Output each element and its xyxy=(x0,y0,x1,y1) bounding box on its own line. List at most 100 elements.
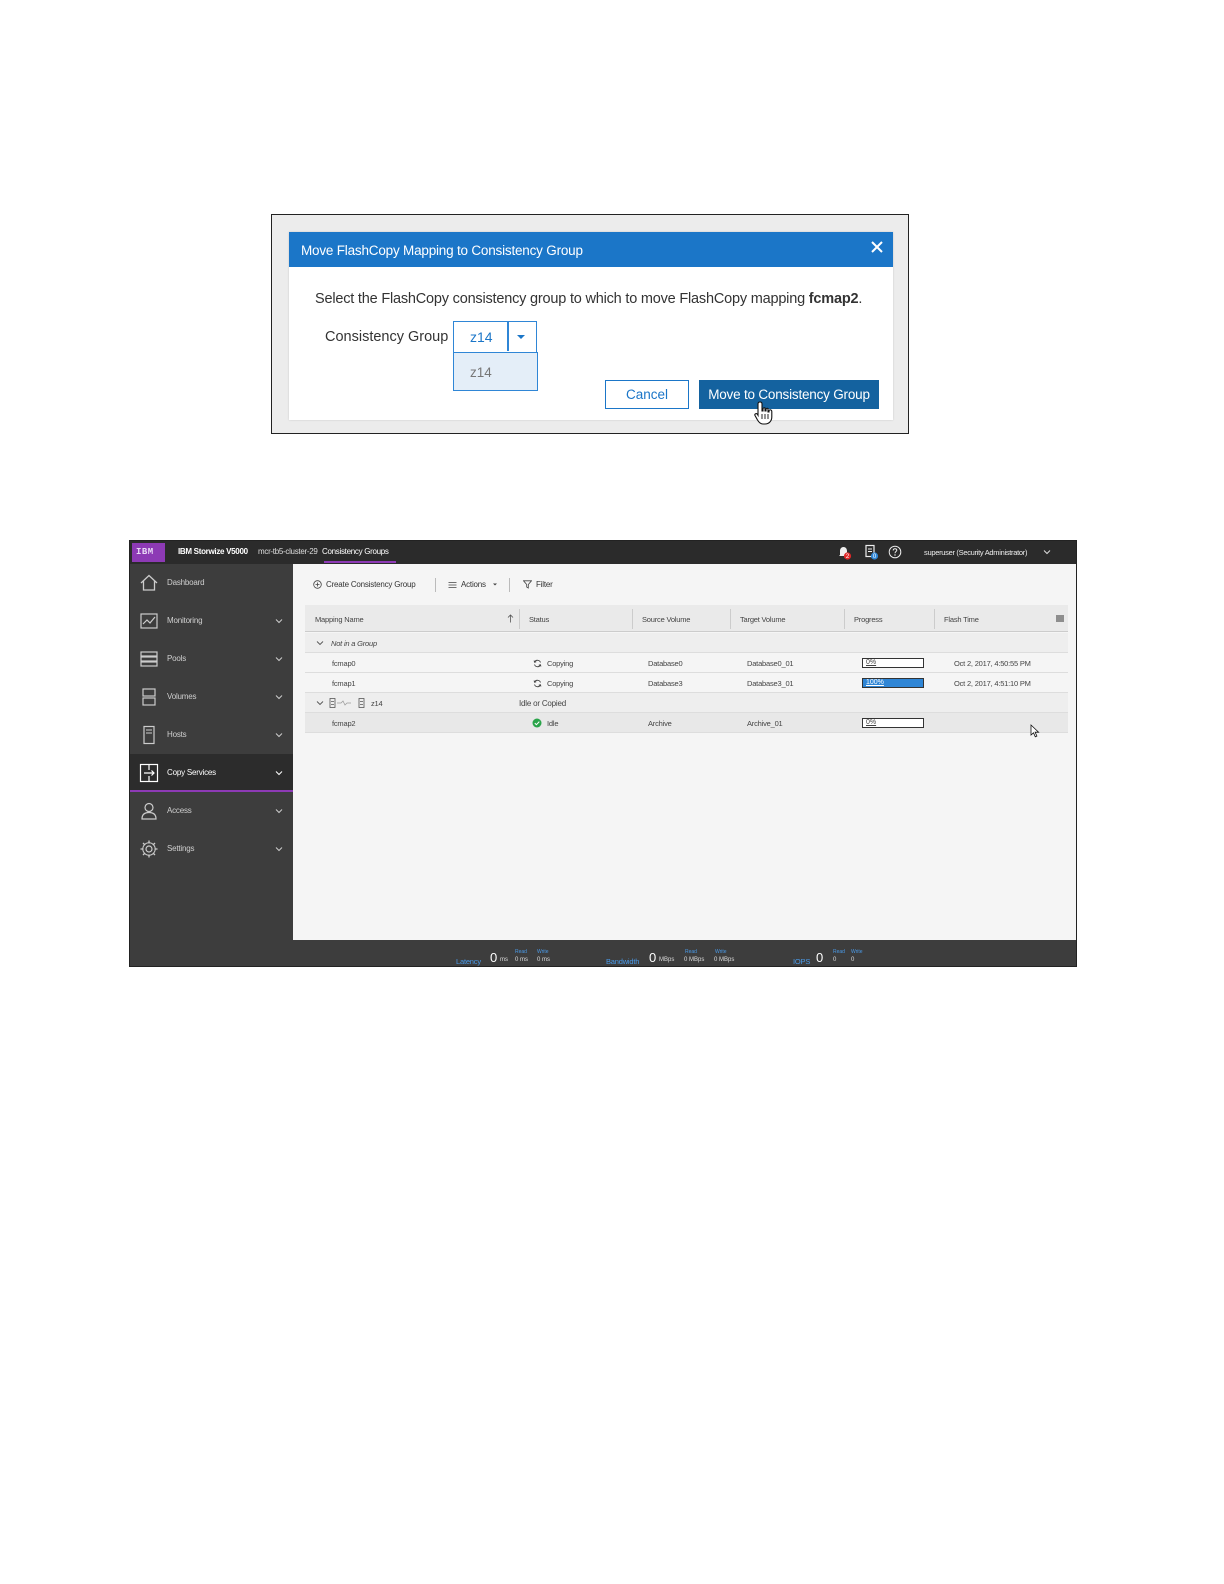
sidebar-item-dashboard[interactable]: Dashboard xyxy=(130,564,293,602)
consistency-group-dropdown-list: z14 xyxy=(453,352,538,391)
filter-icon xyxy=(522,580,533,590)
table-row[interactable]: fcmap1 Copying Database3 Database3_01 10… xyxy=(305,673,1068,693)
pools-icon xyxy=(140,651,158,667)
sort-ascending-icon[interactable] xyxy=(507,614,514,623)
chevron-down-icon[interactable] xyxy=(316,640,324,646)
filter-label: Filter xyxy=(536,580,553,589)
consistency-group-icon xyxy=(329,698,365,708)
ibm-logo-text: IBM xyxy=(136,547,154,557)
status-cell: Copying xyxy=(547,659,574,668)
source-volume-cell: Database3 xyxy=(648,679,683,688)
bandwidth-write-value: 0 MBps xyxy=(714,957,735,963)
group-name: Not in a Group xyxy=(331,639,377,648)
bandwidth-label: Bandwidth xyxy=(606,957,640,966)
dialog-message-text: Select the FlashCopy consistency group t… xyxy=(315,291,809,307)
column-header-source-volume[interactable]: Source Volume xyxy=(642,615,690,624)
column-picker-icon[interactable] xyxy=(1056,614,1064,623)
chevron-down-icon xyxy=(275,809,283,814)
selected-group-value: z14 xyxy=(470,329,493,345)
cluster-name[interactable]: mcr-tb5-cluster-29 xyxy=(258,547,318,556)
sidebar-item-label: Pools xyxy=(167,654,187,663)
target-volume-cell: Archive_01 xyxy=(747,719,783,728)
target-volume-cell: Database0_01 xyxy=(747,659,794,668)
filter-button[interactable]: Filter xyxy=(522,580,553,590)
sidebar-item-copy-services[interactable]: Copy Services xyxy=(130,754,293,792)
chevron-down-icon xyxy=(275,619,283,624)
column-header-progress[interactable]: Progress xyxy=(854,615,883,624)
progress-text: 100% xyxy=(866,679,884,686)
caret-down-icon[interactable] xyxy=(514,331,528,343)
latency-write-label: Write xyxy=(537,949,549,955)
running-tasks-icon[interactable]: 0 xyxy=(863,544,879,560)
sidebar: Dashboard Monitoring Pools Volumes Hosts… xyxy=(130,564,293,966)
mapping-name-cell: fcmap2 xyxy=(332,719,356,728)
cancel-button[interactable]: Cancel xyxy=(605,380,689,409)
monitoring-icon xyxy=(140,613,158,629)
chevron-down-icon[interactable] xyxy=(316,700,324,706)
bandwidth-read-label: Read xyxy=(685,949,697,955)
column-header-mapping-name[interactable]: Mapping Name xyxy=(315,615,364,624)
chevron-down-icon xyxy=(275,771,283,776)
iops-read-label: Read xyxy=(833,949,845,955)
latency-read-label: Read xyxy=(515,949,527,955)
latency-unit: ms xyxy=(500,957,508,963)
user-menu-label[interactable]: superuser (Security Administrator) xyxy=(924,548,1027,557)
create-label: Create Consistency Group xyxy=(326,580,416,589)
dialog-message: Select the FlashCopy consistency group t… xyxy=(315,291,862,307)
group-row-z14[interactable]: z14 Idle or Copied xyxy=(305,693,1068,713)
caret-down-icon xyxy=(492,583,497,586)
mapping-name-cell: fcmap1 xyxy=(332,679,356,688)
target-volume-cell: Database3_01 xyxy=(747,679,794,688)
close-icon[interactable] xyxy=(870,240,884,254)
column-header-target-volume[interactable]: Target Volume xyxy=(740,615,786,624)
sidebar-item-hosts[interactable]: Hosts xyxy=(130,716,293,754)
progress-bar: 100% xyxy=(862,678,924,688)
latency-value: 0 xyxy=(490,950,498,965)
chevron-down-icon xyxy=(275,657,283,662)
group-status: Idle or Copied xyxy=(519,699,567,708)
top-bar: IBM IBM Storwize V5000 mcr-tb5-cluster-2… xyxy=(130,541,1076,564)
product-name: IBM Storwize V5000 xyxy=(178,547,248,556)
mouse-pointer-icon xyxy=(1030,724,1040,738)
sidebar-item-label: Access xyxy=(167,806,192,815)
dialog-header: Move FlashCopy Mapping to Consistency Gr… xyxy=(289,232,893,267)
list-icon xyxy=(448,581,457,588)
sidebar-item-pools[interactable]: Pools xyxy=(130,640,293,678)
table-row[interactable]: fcmap2 Idle Archive Archive_01 0% xyxy=(305,713,1068,733)
chevron-down-icon[interactable] xyxy=(1043,549,1051,555)
status-cell: Idle xyxy=(547,719,559,728)
sidebar-item-access[interactable]: Access xyxy=(130,792,293,830)
storwize-app-window: IBM IBM Storwize V5000 mcr-tb5-cluster-2… xyxy=(129,540,1077,967)
sidebar-item-volumes[interactable]: Volumes xyxy=(130,678,293,716)
volumes-icon xyxy=(142,688,156,706)
sidebar-item-label: Settings xyxy=(167,844,195,853)
column-header-flash-time[interactable]: Flash Time xyxy=(944,615,979,624)
breadcrumb-current[interactable]: Consistency Groups xyxy=(322,547,389,556)
dialog-screenshot-frame: Move FlashCopy Mapping to Consistency Gr… xyxy=(271,214,909,434)
move-mapping-dialog: Move FlashCopy Mapping to Consistency Gr… xyxy=(289,232,893,425)
consistency-group-select[interactable]: z14 xyxy=(453,321,537,353)
sidebar-item-monitoring[interactable]: Monitoring xyxy=(130,602,293,640)
create-consistency-group-button[interactable]: Create Consistency Group xyxy=(313,580,416,590)
notifications-bell-icon[interactable]: 2 xyxy=(836,544,852,560)
source-volume-cell: Database0 xyxy=(648,659,683,668)
chevron-down-icon xyxy=(275,695,283,700)
iops-read-value: 0 xyxy=(833,957,837,963)
latency-read-value: 0 ms xyxy=(515,957,529,963)
group-row-not-in-a-group[interactable]: Not in a Group xyxy=(305,633,1068,653)
sidebar-item-settings[interactable]: Settings xyxy=(130,830,293,868)
table-row[interactable]: fcmap0 Copying Database0 Database0_01 0%… xyxy=(305,653,1068,673)
add-circle-icon xyxy=(313,580,322,590)
dropdown-option[interactable]: z14 xyxy=(470,365,492,380)
toolbar-divider xyxy=(435,578,436,592)
copy-services-icon xyxy=(139,763,159,783)
help-icon[interactable] xyxy=(888,545,902,559)
chevron-down-icon xyxy=(275,733,283,738)
consistency-group-label: Consistency Group xyxy=(325,329,449,345)
mapping-name-cell: fcmap0 xyxy=(332,659,356,668)
ibm-logo[interactable]: IBM xyxy=(132,543,165,562)
column-header-status[interactable]: Status xyxy=(529,615,549,624)
move-to-consistency-group-button[interactable]: Move to Consistency Group xyxy=(699,380,879,409)
actions-label: Actions xyxy=(461,580,486,589)
actions-menu-button[interactable]: Actions xyxy=(448,580,502,589)
